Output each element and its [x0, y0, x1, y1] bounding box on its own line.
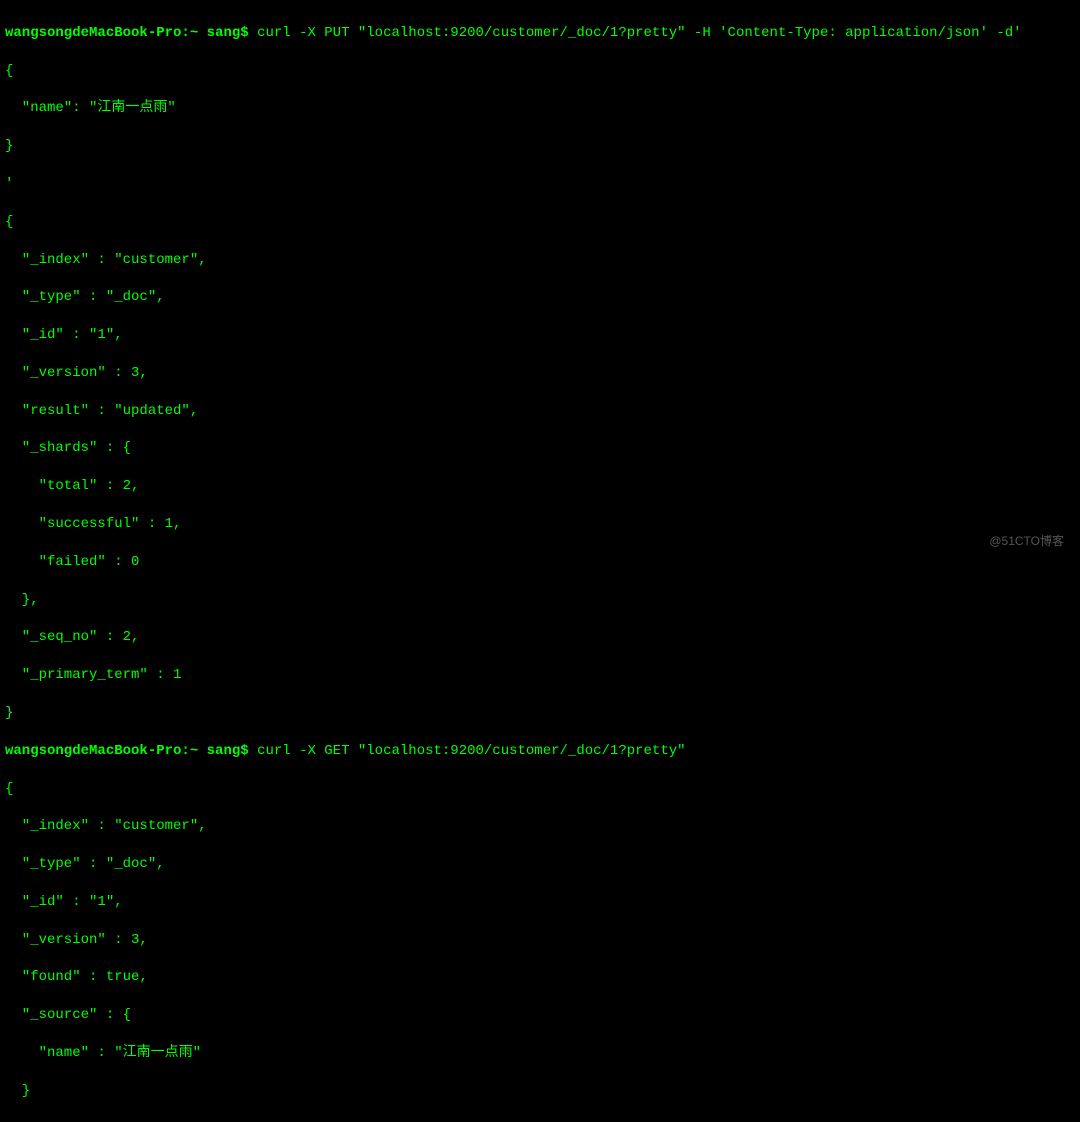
response-put-line12: "_seq_no" : 2, — [5, 628, 1075, 647]
prompt-host: wangsongdeMacBook-Pro:~ — [5, 743, 198, 759]
prompt-user: sang$ — [207, 25, 249, 41]
response-get-line8: "name" : "江南一点雨" — [5, 1044, 1075, 1063]
response-get-line1: { — [5, 780, 1075, 799]
response-put-line7: "_shards" : { — [5, 439, 1075, 458]
command-put: curl -X PUT "localhost:9200/customer/_do… — [257, 25, 1022, 41]
prompt-user: sang$ — [207, 743, 249, 759]
response-put-line4: "_id" : "1", — [5, 326, 1075, 345]
terminal-window[interactable]: wangsongdeMacBook-Pro:~ sang$ curl -X PU… — [5, 5, 1075, 1122]
response-put-line14: } — [5, 704, 1075, 723]
input-body-line4: ' — [5, 175, 1075, 194]
command-get: curl -X GET "localhost:9200/customer/_do… — [257, 743, 685, 759]
prompt-line-2: wangsongdeMacBook-Pro:~ sang$ curl -X GE… — [5, 742, 1075, 761]
response-put-line5: "_version" : 3, — [5, 364, 1075, 383]
response-put-line6: "result" : "updated", — [5, 402, 1075, 421]
response-get-line4: "_id" : "1", — [5, 893, 1075, 912]
response-put-line1: { — [5, 213, 1075, 232]
response-put-line3: "_type" : "_doc", — [5, 288, 1075, 307]
response-put-line2: "_index" : "customer", — [5, 251, 1075, 270]
response-get-line3: "_type" : "_doc", — [5, 855, 1075, 874]
response-get-line7: "_source" : { — [5, 1006, 1075, 1025]
response-get-line5: "_version" : 3, — [5, 931, 1075, 950]
response-put-line9: "successful" : 1, — [5, 515, 1075, 534]
response-put-line8: "total" : 2, — [5, 477, 1075, 496]
response-put-line10: "failed" : 0 — [5, 553, 1075, 572]
response-get-line9: } — [5, 1082, 1075, 1101]
response-put-line11: }, — [5, 591, 1075, 610]
response-get-line10: } — [5, 1120, 1075, 1122]
watermark: @51CTO博客 — [989, 533, 1064, 549]
response-get-line6: "found" : true, — [5, 968, 1075, 987]
input-body-line3: } — [5, 137, 1075, 156]
input-body-line2: "name": "江南一点雨" — [5, 99, 1075, 118]
prompt-line-1: wangsongdeMacBook-Pro:~ sang$ curl -X PU… — [5, 24, 1075, 43]
response-put-line13: "_primary_term" : 1 — [5, 666, 1075, 685]
prompt-host: wangsongdeMacBook-Pro:~ — [5, 25, 198, 41]
input-body-line1: { — [5, 62, 1075, 81]
response-get-line2: "_index" : "customer", — [5, 817, 1075, 836]
